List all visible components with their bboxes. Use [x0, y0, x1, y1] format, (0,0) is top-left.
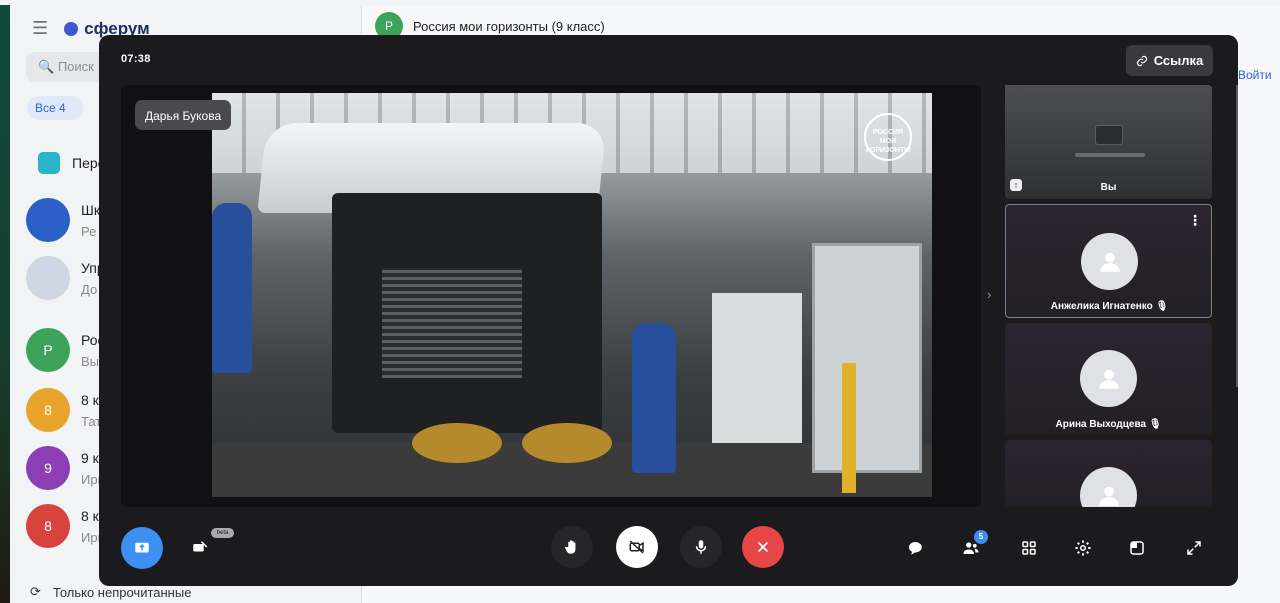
- screen-share-icon: [135, 542, 149, 553]
- participants-count-badge: 5: [974, 530, 988, 544]
- participant-name: Вы: [1100, 182, 1117, 193]
- chat-avatar: Р: [26, 328, 70, 372]
- mic-muted-icon: 🎙: [1148, 419, 1162, 430]
- camera-toggle-button[interactable]: [616, 526, 658, 568]
- shared-video-stream: РОССИЯ МОИ ГОРИЗОНТЫ: [212, 93, 932, 497]
- sferum-logo-icon: [64, 21, 79, 36]
- filter-all-chip[interactable]: Все 4: [27, 96, 83, 120]
- grid-icon: [1022, 541, 1036, 555]
- participant-name-text: Арина Выходцева: [1055, 419, 1147, 430]
- search-placeholder: Поиск: [57, 59, 94, 74]
- chat-item-title: 9 к: [81, 450, 99, 466]
- link-icon: [1136, 55, 1147, 66]
- menu-icon[interactable]: ☰: [32, 18, 48, 39]
- mic-muted-icon: 🎙: [1155, 301, 1169, 312]
- participant-tile-self[interactable]: ↑ Вы: [1005, 85, 1212, 199]
- magic-wand-icon: [193, 541, 208, 552]
- user-icon: [1098, 369, 1119, 389]
- video-call-window: 07:38 Ссылка Дарья Букова РОССИЯ МОИ ГОР…: [99, 35, 1238, 586]
- scene-wheel: [412, 423, 502, 463]
- participant-name: Анжелика Игнатенко 🎙: [1006, 301, 1211, 312]
- screen-share-button[interactable]: [121, 527, 163, 569]
- speaker-name-label: Дарья Букова: [135, 100, 232, 130]
- raise-hand-button[interactable]: [551, 526, 593, 568]
- end-call-button[interactable]: [742, 526, 784, 568]
- hand-icon: [564, 540, 576, 554]
- beta-badge: beta: [211, 528, 234, 538]
- call-timer: 07:38: [121, 53, 151, 65]
- participants-scrollbar[interactable]: [1236, 85, 1238, 387]
- scene-pillar: [842, 363, 856, 493]
- copy-link-button[interactable]: Ссылка: [1126, 45, 1213, 76]
- expand-icon: [1187, 541, 1201, 555]
- refresh-icon: ⟳: [30, 584, 41, 599]
- self-screen-icon: [1095, 125, 1123, 145]
- login-link[interactable]: Войти: [1238, 68, 1272, 82]
- fullscreen-button[interactable]: [1182, 536, 1206, 560]
- chat-avatar: 9: [26, 446, 70, 490]
- user-icon: [1099, 252, 1120, 272]
- gear-icon: [1075, 540, 1091, 556]
- chat-avatar: [26, 198, 70, 242]
- scene-truck-radiator: [382, 268, 522, 378]
- avatar: [1080, 467, 1137, 507]
- layout-grid-button[interactable]: [1017, 536, 1041, 560]
- chat-avatar: 8: [26, 504, 70, 548]
- chat-avatar: [26, 256, 70, 300]
- collapse-panel-chevron-icon[interactable]: ›: [987, 287, 991, 302]
- chat-item-title: 8 к: [81, 392, 99, 408]
- chat-avatar: 8: [26, 388, 70, 432]
- participant-tile[interactable]: Арина Выходцева 🎙: [1005, 323, 1212, 435]
- scene-machine: [712, 293, 802, 443]
- chat-item-preview: Ре: [81, 224, 97, 239]
- unread-only-toggle[interactable]: ⟳ Только непрочитанные: [30, 584, 191, 600]
- filter-label: Все: [35, 101, 56, 115]
- chat-item-title: Шк: [81, 202, 100, 218]
- filter-count: 4: [59, 101, 66, 115]
- self-preview-text: [1075, 153, 1145, 157]
- close-icon: [757, 541, 769, 553]
- scene-machine: [812, 243, 922, 473]
- chat-item-preview: Вы: [81, 354, 100, 369]
- participant-tile[interactable]: ⋮ Анжелика Игнатенко 🎙: [1005, 204, 1212, 318]
- chat-avatar: [38, 152, 60, 174]
- microphone-button[interactable]: [680, 526, 722, 568]
- chat-item-title: 8 к: [81, 508, 99, 524]
- scene-wheel: [522, 423, 612, 463]
- chat-button[interactable]: [903, 536, 927, 560]
- user-icon: [1098, 486, 1119, 506]
- more-options-icon[interactable]: ⋮: [1188, 213, 1202, 227]
- microphone-icon: [695, 540, 707, 554]
- scene-worker: [632, 323, 676, 473]
- russia-horizons-watermark: РОССИЯ МОИ ГОРИЗОНТЫ: [864, 113, 912, 161]
- unread-toggle-label: Только непрочитанные: [52, 584, 192, 600]
- chat-bubble-icon: [909, 542, 922, 555]
- pip-icon: [1130, 541, 1144, 555]
- copy-link-label: Ссылка: [1153, 53, 1204, 68]
- participant-tile[interactable]: [1005, 440, 1212, 507]
- chat-title: Россия мои горизонты (9 класс): [413, 18, 605, 34]
- camera-off-icon: [629, 540, 644, 554]
- participant-name: Арина Выходцева 🎙: [1005, 419, 1212, 430]
- video-effects-button[interactable]: [188, 534, 212, 560]
- picture-in-picture-button[interactable]: [1125, 536, 1149, 560]
- chat-item-preview: До: [81, 282, 98, 297]
- main-video-area[interactable]: Дарья Букова РОССИЯ МОИ ГОРИЗОНТЫ: [121, 85, 981, 507]
- desktop-edge: [0, 5, 10, 603]
- avatar: [1081, 233, 1138, 290]
- participant-name-text: Анжелика Игнатенко: [1050, 301, 1153, 312]
- avatar: [1080, 350, 1137, 407]
- settings-button[interactable]: [1071, 536, 1095, 560]
- scene-worker: [212, 203, 252, 373]
